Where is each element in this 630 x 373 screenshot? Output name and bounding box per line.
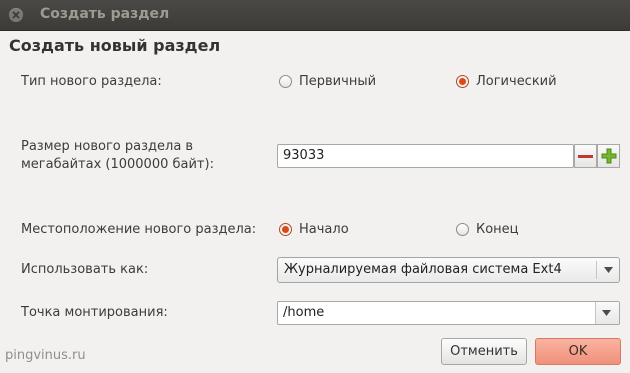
mount-point-dropdown-button[interactable] xyxy=(595,302,619,324)
chevron-down-icon xyxy=(602,310,611,316)
close-icon xyxy=(12,11,20,19)
radio-end-indicator[interactable] xyxy=(456,223,469,236)
cancel-button[interactable]: Отменить xyxy=(441,338,527,365)
partition-type-label: Тип нового раздела: xyxy=(21,74,162,89)
mount-point-input[interactable]: /home xyxy=(283,305,324,320)
title-bar: Создать раздел xyxy=(0,0,630,31)
radio-start[interactable]: Начало xyxy=(279,222,349,237)
mount-point-label: Точка монтирования: xyxy=(21,305,168,320)
location-label: Местоположение нового раздела: xyxy=(21,222,257,237)
radio-primary-label: Первичный xyxy=(299,74,377,89)
combo-separator xyxy=(596,261,597,279)
radio-start-indicator[interactable] xyxy=(279,223,292,236)
watermark: pingvinus.ru xyxy=(5,348,86,363)
dialog-heading: Создать новый раздел xyxy=(9,36,221,55)
radio-logical[interactable]: Логический xyxy=(456,74,557,89)
radio-primary-indicator[interactable] xyxy=(279,75,292,88)
plus-icon xyxy=(601,148,617,164)
decrease-size-button[interactable] xyxy=(574,144,597,168)
increase-size-button[interactable] xyxy=(597,144,620,168)
filesystem-select-value: Журналируемая файловая система Ext4 xyxy=(284,262,562,277)
filesystem-select[interactable]: Журналируемая файловая система Ext4 xyxy=(277,257,620,283)
size-input[interactable]: 93033 xyxy=(277,144,574,168)
radio-primary[interactable]: Первичный xyxy=(279,74,376,89)
size-label-line1: Размер нового раздела в xyxy=(21,139,194,154)
radio-start-label: Начало xyxy=(299,222,349,237)
window-title: Создать раздел xyxy=(40,6,170,22)
ok-button[interactable]: OK xyxy=(535,338,621,365)
chevron-down-icon xyxy=(604,267,613,273)
close-button[interactable] xyxy=(9,8,23,22)
mount-point-combo[interactable]: /home xyxy=(277,301,620,325)
radio-end[interactable]: Конец xyxy=(456,222,519,237)
radio-logical-indicator[interactable] xyxy=(456,75,469,88)
use-as-label: Использовать как: xyxy=(21,262,149,277)
radio-logical-label: Логический xyxy=(476,74,557,89)
radio-end-label: Конец xyxy=(476,222,519,237)
size-label-line2: мегабайтах (1000000 байт): xyxy=(21,157,214,172)
